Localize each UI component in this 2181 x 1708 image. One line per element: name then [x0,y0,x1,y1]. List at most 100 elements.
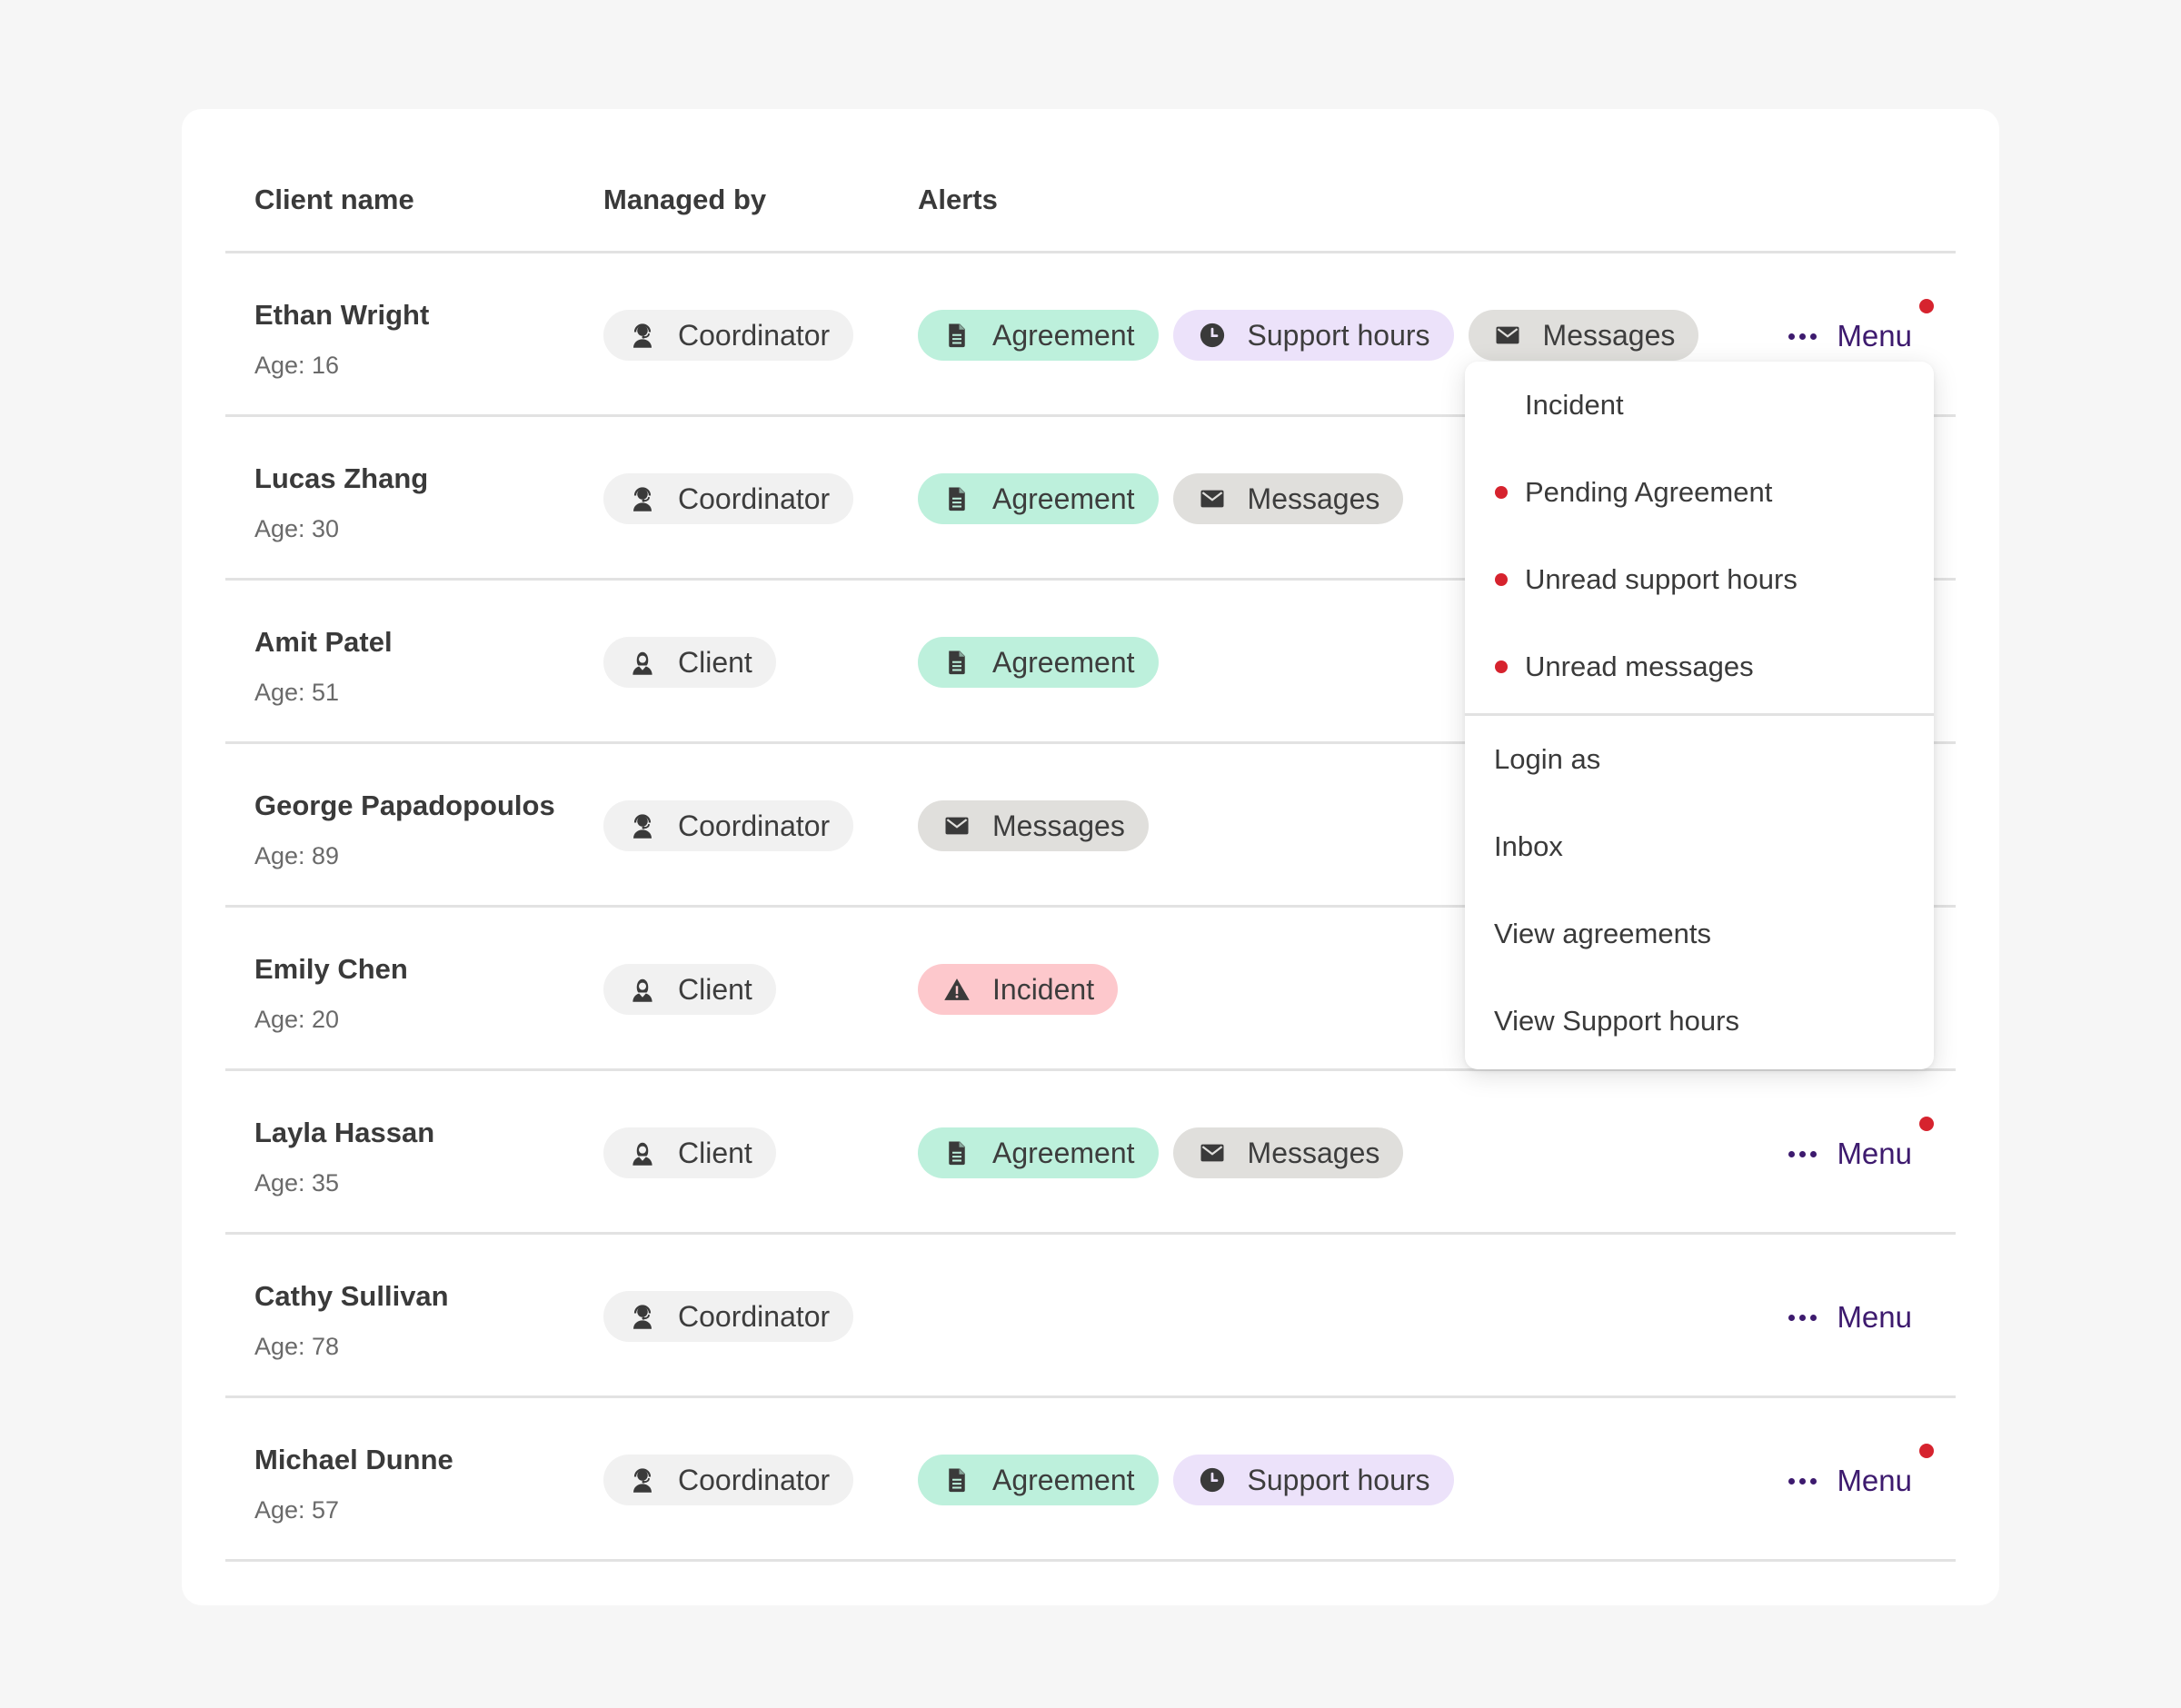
alert-label: Support hours [1247,318,1430,352]
alert-label: Messages [992,809,1125,842]
alert-badge-messages[interactable]: Messages [1172,473,1404,524]
envelope-icon [943,812,971,839]
menu-label: Menu [1837,1137,1912,1170]
headset-person-icon [629,322,656,349]
managed-by-badge: Coordinator [603,473,854,524]
notification-dot [1919,1117,1934,1131]
table-row: Cathy Sullivan Age: 78 Coordinator Menu [225,1235,1956,1398]
client-age: Age: 89 [254,842,340,869]
alert-badge-support[interactable]: Support hours [1172,310,1454,361]
managed-by-badge: Coordinator [603,1455,854,1505]
alert-badge-messages[interactable]: Messages [1468,310,1699,361]
alert-badge-support[interactable]: Support hours [1172,1455,1454,1505]
client-age: Age: 35 [254,1169,340,1197]
menu-label: Menu [1837,1464,1912,1497]
client-age: Age: 57 [254,1496,340,1524]
client-age: Age: 16 [254,352,340,379]
client-name[interactable]: Emily Chen [254,953,408,986]
client-age: Age: 20 [254,1006,340,1033]
dropdown-action-item[interactable]: View Support hours [1465,978,1934,1065]
managed-by-badge: Coordinator [603,1291,854,1342]
alerts-cell: Messages [918,744,1163,908]
managed-by-label: Coordinator [678,809,831,842]
dropdown-alert-item[interactable]: Incident [1465,362,1934,449]
row-menu-button[interactable]: Menu [1788,1295,1912,1340]
alert-label: Agreement [992,1136,1135,1169]
alert-label: Messages [1542,318,1676,352]
row-menu-button[interactable]: Menu [1788,299,1934,359]
client-name[interactable]: Lucas Zhang [254,462,428,495]
managed-by-label: Coordinator [678,318,831,352]
envelope-icon [1199,485,1226,512]
client-age: Age: 51 [254,679,340,706]
more-dots-icon [1788,333,1818,340]
dropdown-action-item[interactable]: Login as [1465,716,1934,803]
managed-by-label: Coordinator [678,1299,831,1333]
dropdown-item-label: View Support hours [1494,1005,1739,1037]
person-icon [629,649,656,676]
headset-person-icon [629,1466,656,1494]
alert-badge-agreement[interactable]: Agreement [918,473,1159,524]
person-icon [629,1139,656,1167]
alert-label: Incident [992,972,1095,1006]
alert-badge-agreement[interactable]: Agreement [918,310,1159,361]
managed-by-label: Client [678,1136,752,1169]
alert-badge-agreement[interactable]: Agreement [918,1127,1159,1178]
headset-person-icon [629,812,656,839]
column-header-client-name[interactable]: Client name [254,184,414,216]
client-name[interactable]: George Papadopoulos [254,789,555,822]
managed-by-badge: Client [603,1127,776,1178]
dropdown-alert-item[interactable]: Unread messages [1465,623,1934,710]
managed-by-label: Client [678,645,752,679]
more-dots-icon [1788,1477,1818,1485]
client-name[interactable]: Amit Patel [254,626,393,659]
client-name[interactable]: Ethan Wright [254,299,429,332]
dropdown-alert-item[interactable]: Unread support hours [1465,536,1934,623]
client-name[interactable]: Michael Dunne [254,1444,453,1476]
alert-badge-agreement[interactable]: Agreement [918,637,1159,688]
clock-icon [1199,1466,1226,1494]
dropdown-action-item[interactable]: View agreements [1465,890,1934,978]
client-age: Age: 30 [254,515,340,542]
warning-icon [943,976,971,1003]
alert-badge-incident[interactable]: Incident [918,964,1119,1015]
document-icon [943,485,971,512]
menu-label: Menu [1837,1300,1912,1334]
alerts-cell: Agreement Messages [918,1071,1418,1235]
dropdown-action-item[interactable]: Inbox [1465,803,1934,890]
table-row: Michael Dunne Age: 57 Coordinator Agreeme… [225,1398,1956,1562]
more-dots-icon [1788,1314,1818,1321]
managed-by-label: Coordinator [678,1463,831,1496]
managed-by-badge: Client [603,637,776,688]
alert-label: Agreement [992,1463,1135,1496]
envelope-icon [1494,322,1521,349]
alerts-cell: Incident [918,908,1132,1071]
row-menu-button[interactable]: Menu [1788,1444,1934,1504]
alert-badge-messages[interactable]: Messages [918,800,1149,851]
row-menu-dropdown: Incident Pending Agreement Unread support … [1465,362,1934,1069]
table-row: Layla Hassan Age: 35 Client Agreement Mes… [225,1071,1956,1235]
managed-by-badge: Client [603,964,776,1015]
client-name[interactable]: Layla Hassan [254,1117,434,1149]
column-header-managed-by[interactable]: Managed by [603,184,766,216]
alert-label: Agreement [992,482,1135,515]
dropdown-item-label: View agreements [1494,918,1711,949]
document-icon [943,649,971,676]
unread-dot [1495,660,1508,673]
menu-label: Menu [1837,319,1912,353]
alerts-cell: Agreement Support hours [918,1398,1469,1562]
more-dots-icon [1788,1150,1818,1157]
alert-badge-messages[interactable]: Messages [1172,1127,1404,1178]
client-age: Age: 78 [254,1333,340,1360]
notification-dot [1919,1444,1934,1458]
managed-by-badge: Coordinator [603,310,854,361]
dropdown-alert-item[interactable]: Pending Agreement [1465,449,1934,536]
document-icon [943,322,971,349]
row-menu-button[interactable]: Menu [1788,1117,1934,1177]
dropdown-item-label: Unread messages [1525,650,1754,682]
client-name[interactable]: Cathy Sullivan [254,1280,449,1313]
alerts-cell: Agreement Messages [918,417,1418,581]
alert-badge-agreement[interactable]: Agreement [918,1455,1159,1505]
managed-by-label: Client [678,972,752,1006]
headset-person-icon [629,1303,656,1330]
